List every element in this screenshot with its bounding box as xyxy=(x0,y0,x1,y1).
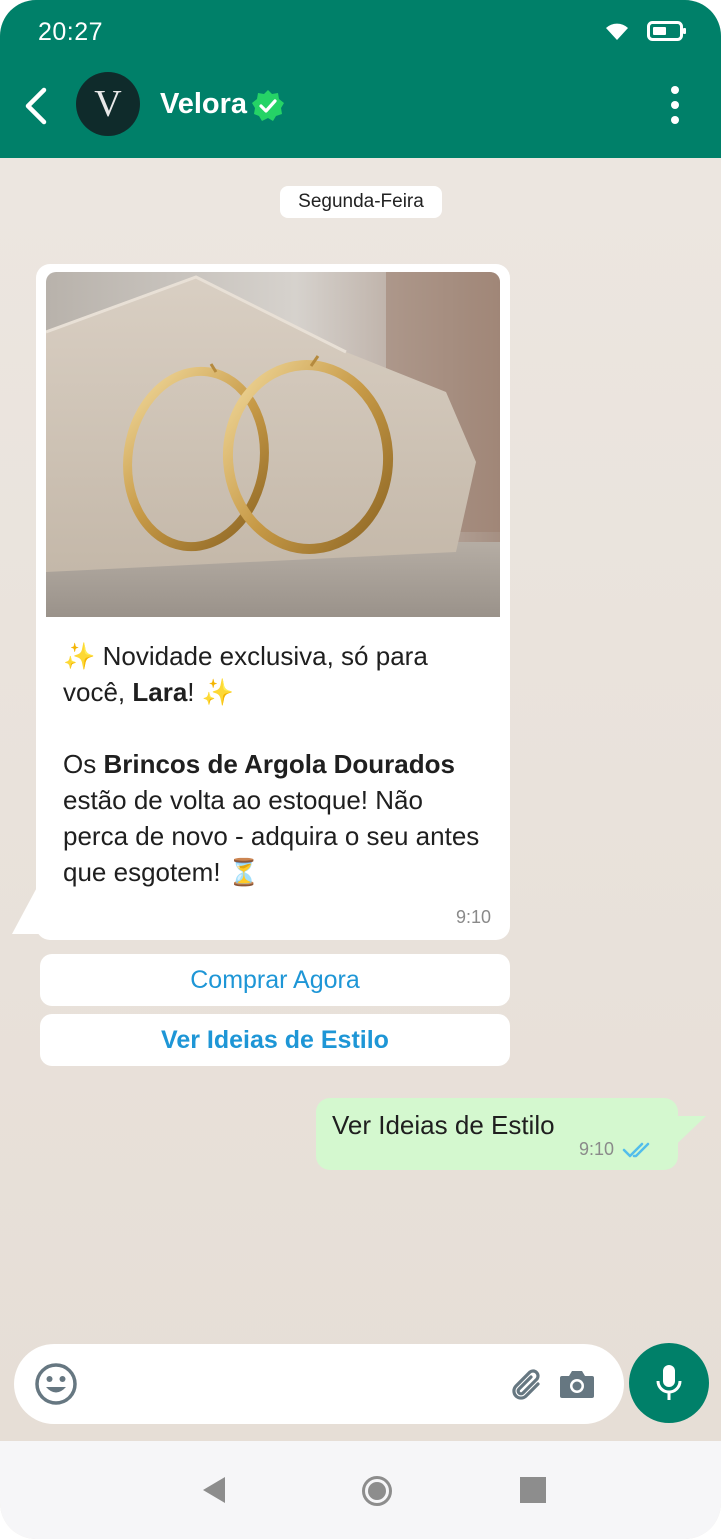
quick-reply-style-ideas[interactable]: Ver Ideias de Estilo xyxy=(40,1014,510,1066)
mic-icon xyxy=(656,1365,682,1400)
incoming-time: 9:10 xyxy=(455,907,491,927)
msg-line2-pre: Os xyxy=(63,749,104,779)
more-vert-icon[interactable] xyxy=(664,86,686,124)
avatar[interactable]: V xyxy=(76,72,140,136)
emoji-icon[interactable] xyxy=(34,1362,78,1406)
message-input[interactable] xyxy=(14,1344,624,1424)
back-arrow-icon[interactable] xyxy=(20,86,54,126)
verified-badge-icon xyxy=(252,90,284,121)
system-nav-bar xyxy=(0,1441,721,1539)
msg-name: Lara xyxy=(132,677,188,707)
outgoing-text: Ver Ideias de Estilo xyxy=(332,1110,555,1140)
msg-product: Brincos de Argola Dourados xyxy=(103,749,455,779)
date-chip: Segunda-Feira xyxy=(280,186,442,218)
phone-screen: 20:27 V Velora Segunda-Feira ✨ Novidade … xyxy=(0,0,721,1539)
chat-area: Segunda-Feira ✨ Novidade exclusiva, só p… xyxy=(0,158,721,1441)
avatar-letter: V xyxy=(94,83,122,125)
msg-line2-post: estão de volta ao estoque! Não perca de … xyxy=(63,785,480,887)
contact-name[interactable]: Velora xyxy=(160,88,247,121)
incoming-message[interactable]: ✨ Novidade exclusiva, só para você, Lara… xyxy=(36,264,510,940)
battery-icon xyxy=(647,21,686,41)
chat-header: 20:27 V Velora xyxy=(0,0,721,158)
outgoing-message[interactable]: Ver Ideias de Estilo 9:10 xyxy=(316,1098,678,1170)
camera-icon[interactable] xyxy=(558,1368,596,1400)
product-image[interactable] xyxy=(46,272,500,617)
wifi-icon xyxy=(606,23,628,40)
status-time: 20:27 xyxy=(38,18,104,46)
double-check-icon xyxy=(622,1142,650,1157)
nav-back-icon[interactable] xyxy=(201,1475,227,1505)
quick-reply-buy-now[interactable]: Comprar Agora xyxy=(40,954,510,1006)
nav-recents-icon[interactable] xyxy=(520,1477,546,1503)
status-icons xyxy=(603,20,687,42)
mic-button[interactable] xyxy=(629,1343,709,1423)
outgoing-meta: 9:10 xyxy=(579,1139,656,1160)
message-text: ✨ Novidade exclusiva, só para você, Lara… xyxy=(63,638,488,890)
outgoing-time: 9:10 xyxy=(578,1139,614,1159)
msg-line1-pre: ✨ Novidade exclusiva, só para você, xyxy=(63,641,428,707)
attach-icon[interactable] xyxy=(508,1366,548,1406)
msg-line1-post: ! ✨ xyxy=(187,677,235,707)
nav-home-icon[interactable] xyxy=(361,1475,393,1507)
